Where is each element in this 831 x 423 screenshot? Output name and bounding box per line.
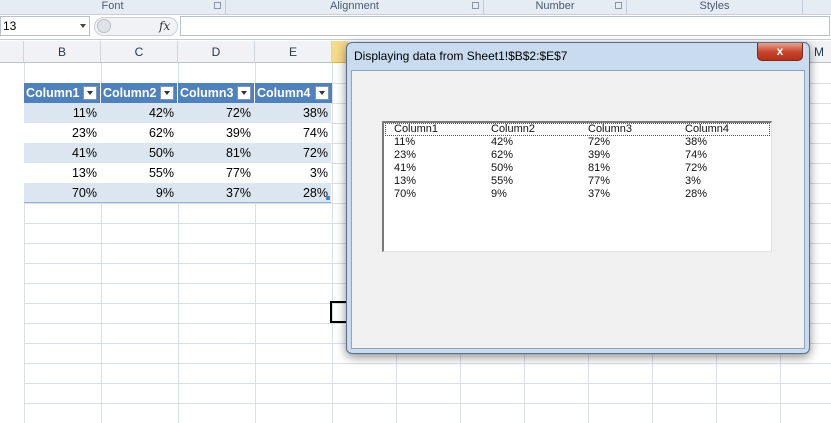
name-box[interactable]: 13 — [0, 16, 90, 36]
table-cell[interactable]: 55% — [101, 163, 178, 183]
grid-line — [24, 403, 831, 404]
ribbon-group-number: Number — [484, 0, 626, 14]
listbox-header: Column1 — [394, 123, 439, 135]
filter-dropdown-icon[interactable] — [83, 86, 97, 100]
column-header-b[interactable]: B — [24, 41, 101, 63]
column-header-m[interactable]: M — [807, 41, 831, 63]
table-cell[interactable]: 77% — [178, 163, 255, 183]
listbox-header: Column4 — [685, 123, 730, 135]
table-header-label: Column2 — [103, 86, 157, 100]
formula-bar: 13 fx — [0, 15, 831, 40]
filter-dropdown-icon[interactable] — [315, 86, 329, 100]
close-button[interactable]: x — [757, 43, 803, 61]
table-cell[interactable]: 72% — [178, 103, 255, 123]
formula-bar-handle-icon[interactable] — [97, 19, 111, 33]
name-box-value: 13 — [3, 19, 17, 33]
table-cell[interactable]: 70% — [24, 183, 101, 203]
table-cell[interactable]: 81% — [178, 143, 255, 163]
formula-input[interactable] — [180, 16, 830, 36]
table-header-column2[interactable]: Column2 — [101, 83, 178, 103]
table-cell[interactable]: 13% — [24, 163, 101, 183]
ribbon-group-number-label: Number — [535, 0, 575, 12]
ribbon-group-labels: Font Alignment Number Styles — [0, 0, 831, 15]
select-all-corner[interactable] — [0, 41, 24, 63]
ribbon-group-font-label: Font — [101, 0, 124, 12]
ribbon-separator — [802, 0, 803, 14]
filter-dropdown-icon[interactable] — [237, 86, 251, 100]
ribbon-group-styles-label: Styles — [699, 0, 730, 12]
formula-buttons: fx — [94, 17, 178, 36]
ribbon-group-styles: Styles — [627, 0, 802, 14]
table-header-column4[interactable]: Column4 — [255, 83, 332, 103]
list-item[interactable]: 62% — [491, 149, 513, 162]
ribbon-group-alignment-label: Alignment — [330, 0, 379, 12]
ribbon-group-alignment: Alignment — [226, 0, 483, 14]
list-item[interactable]: 42% — [491, 136, 513, 149]
dialog-title: Displaying data from Sheet1!$B$2:$E$7 — [354, 49, 568, 63]
table-header-label: Column4 — [257, 86, 311, 100]
alignment-dialog-launcher-icon[interactable] — [472, 2, 479, 9]
table-header-column1[interactable]: Column1 — [24, 83, 101, 103]
list-item[interactable]: 9% — [491, 188, 507, 201]
table-cell[interactable]: 42% — [101, 103, 178, 123]
table-header-column3[interactable]: Column3 — [178, 83, 255, 103]
table-cell[interactable]: 39% — [178, 123, 255, 143]
table-header-label: Column1 — [26, 86, 80, 100]
data-listbox[interactable]: Column1 Column2 Column3 Column4 11% 42% … — [382, 121, 772, 252]
list-item[interactable]: 50% — [491, 162, 513, 175]
close-icon: x — [776, 44, 784, 58]
list-item[interactable]: 37% — [588, 188, 610, 201]
table-cell[interactable]: 74% — [255, 123, 332, 143]
table-cell[interactable]: 9% — [101, 183, 178, 203]
list-item[interactable]: 3% — [685, 175, 701, 188]
list-item[interactable]: 38% — [685, 136, 707, 149]
table-cell[interactable]: 23% — [24, 123, 101, 143]
table-cell[interactable]: 11% — [24, 103, 101, 123]
table-cell[interactable]: 38% — [255, 103, 332, 123]
table-cell[interactable]: 37% — [178, 183, 255, 203]
table-resize-handle-icon[interactable] — [326, 196, 330, 200]
table-cell[interactable]: 41% — [24, 143, 101, 163]
list-item[interactable]: 74% — [685, 149, 707, 162]
list-item[interactable]: 81% — [588, 162, 610, 175]
list-item[interactable]: 41% — [394, 162, 416, 175]
insert-function-button[interactable]: fx — [159, 19, 170, 33]
dialog-body: Column1 Column2 Column3 Column4 11% 42% … — [351, 70, 805, 349]
list-item[interactable]: 23% — [394, 149, 416, 162]
column-header-e[interactable]: E — [255, 41, 332, 63]
list-item[interactable]: 55% — [491, 175, 513, 188]
grid-line — [24, 383, 831, 384]
data-dialog-window: Displaying data from Sheet1!$B$2:$E$7 x … — [346, 42, 810, 354]
chevron-down-icon[interactable] — [80, 24, 86, 28]
list-item[interactable]: 70% — [394, 188, 416, 201]
table-cell[interactable]: 3% — [255, 163, 332, 183]
listbox-header: Column3 — [588, 123, 633, 135]
list-item[interactable]: 72% — [685, 162, 707, 175]
list-item[interactable]: 13% — [394, 175, 416, 188]
table-header-label: Column3 — [180, 86, 234, 100]
list-item[interactable]: 28% — [685, 188, 707, 201]
list-item[interactable]: 39% — [588, 149, 610, 162]
table-cell[interactable]: 28% — [255, 183, 332, 203]
listbox-header: Column2 — [491, 123, 536, 135]
table-cell[interactable]: 50% — [101, 143, 178, 163]
ribbon-group-font: Font — [0, 0, 225, 14]
list-item[interactable]: 72% — [588, 136, 610, 149]
table-cell[interactable]: 72% — [255, 143, 332, 163]
list-item[interactable]: 11% — [394, 136, 415, 149]
grid-line — [24, 363, 831, 364]
font-dialog-launcher-icon[interactable] — [214, 2, 221, 9]
column-header-c[interactable]: C — [101, 41, 178, 63]
filter-dropdown-icon[interactable] — [160, 86, 174, 100]
table-cell[interactable]: 62% — [101, 123, 178, 143]
column-header-d[interactable]: D — [178, 41, 255, 63]
number-dialog-launcher-icon[interactable] — [615, 2, 622, 9]
list-item[interactable]: 77% — [588, 175, 610, 188]
